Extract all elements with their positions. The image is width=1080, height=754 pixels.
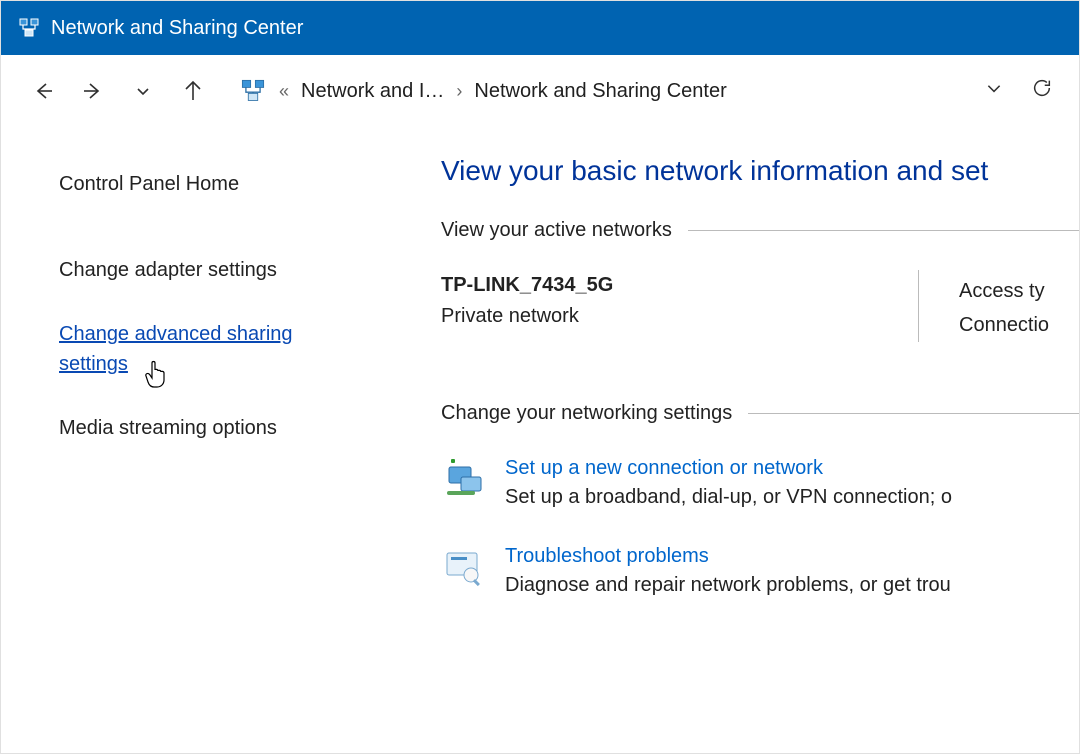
window-titlebar: Network and Sharing Center xyxy=(1,1,1079,55)
setup-connection-icon xyxy=(441,457,485,501)
forward-button[interactable] xyxy=(73,71,113,111)
up-button[interactable] xyxy=(173,71,213,111)
section-divider xyxy=(688,230,1079,231)
refresh-button[interactable] xyxy=(1031,77,1053,105)
setup-connection-item: Set up a new connection or network Set u… xyxy=(441,457,1079,509)
network-name: TP-LINK_7434_5G xyxy=(441,274,878,297)
sidebar: Control Panel Home Change adapter settin… xyxy=(1,127,401,753)
troubleshoot-icon xyxy=(441,545,485,589)
recent-locations-button[interactable] xyxy=(123,71,163,111)
network-type: Private network xyxy=(441,305,878,328)
troubleshoot-desc: Diagnose and repair network problems, or… xyxy=(505,574,1079,597)
back-button[interactable] xyxy=(23,71,63,111)
breadcrumb-segment[interactable]: Network and I… xyxy=(301,80,444,103)
change-settings-section-header: Change your networking settings xyxy=(441,402,1079,425)
vertical-divider xyxy=(918,270,919,342)
media-streaming-options-link[interactable]: Media streaming options xyxy=(59,413,339,443)
access-type-label: Access ty xyxy=(959,274,1079,308)
network-center-icon xyxy=(17,16,41,40)
active-networks-section-header: View your active networks xyxy=(441,219,1079,242)
window-title: Network and Sharing Center xyxy=(51,17,303,40)
page-heading: View your basic network information and … xyxy=(441,155,1079,187)
toolbar: « Network and I… › Network and Sharing C… xyxy=(1,55,1079,127)
section-divider xyxy=(748,413,1079,414)
address-dropdown-button[interactable] xyxy=(985,79,1003,103)
troubleshoot-link[interactable]: Troubleshoot problems xyxy=(505,545,1079,568)
connections-label: Connectio xyxy=(959,308,1079,342)
setup-connection-link[interactable]: Set up a new connection or network xyxy=(505,457,1079,480)
chevron-right-icon[interactable]: › xyxy=(454,81,464,102)
section-title: Change your networking settings xyxy=(441,402,732,425)
change-advanced-sharing-link[interactable]: Change advanced sharing settings xyxy=(59,319,339,379)
breadcrumb-overflow-icon[interactable]: « xyxy=(277,81,291,102)
address-bar[interactable]: « Network and I… › Network and Sharing C… xyxy=(239,77,1057,105)
active-network-row: TP-LINK_7434_5G Private network Access t… xyxy=(441,274,1079,342)
content-area: Control Panel Home Change adapter settin… xyxy=(1,127,1079,753)
troubleshoot-item: Troubleshoot problems Diagnose and repai… xyxy=(441,545,1079,597)
section-title: View your active networks xyxy=(441,219,672,242)
control-panel-home-link[interactable]: Control Panel Home xyxy=(59,169,339,199)
change-adapter-settings-link[interactable]: Change adapter settings xyxy=(59,255,339,285)
main-panel: View your basic network information and … xyxy=(401,127,1079,753)
setup-connection-desc: Set up a broadband, dial-up, or VPN conn… xyxy=(505,486,1079,509)
network-center-icon xyxy=(239,77,267,105)
breadcrumb-segment[interactable]: Network and Sharing Center xyxy=(474,80,726,103)
